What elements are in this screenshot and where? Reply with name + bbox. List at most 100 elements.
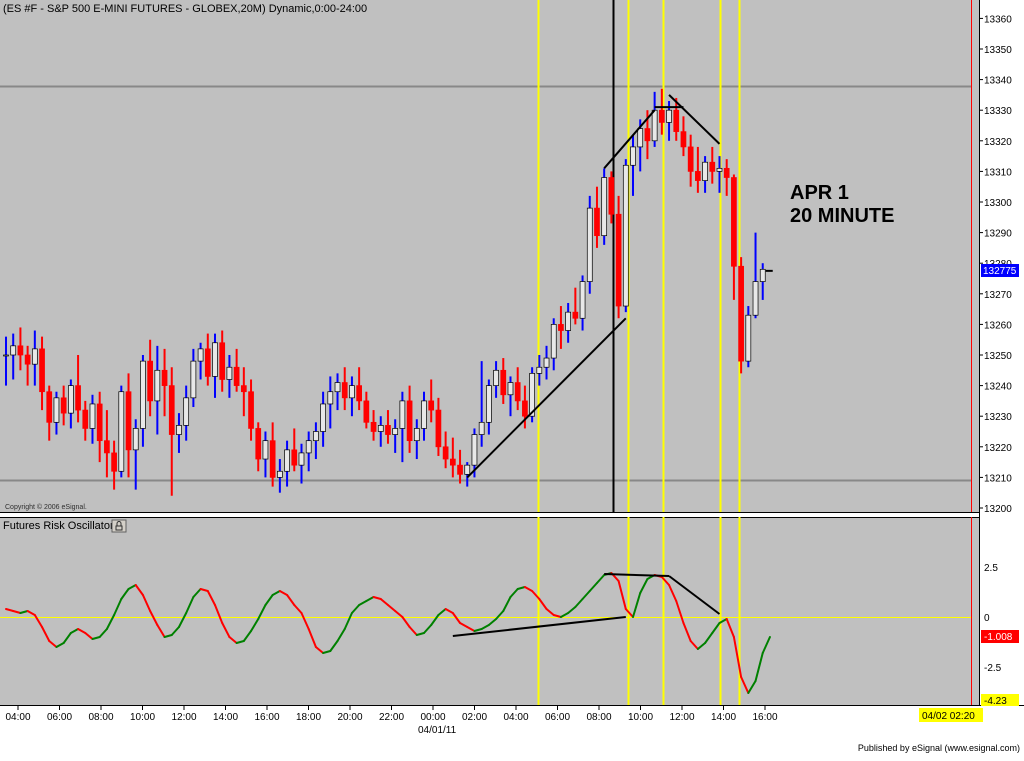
price-tick-label: 13290 xyxy=(984,229,1012,240)
candle-body xyxy=(277,470,283,478)
price-panel-background[interactable] xyxy=(0,0,979,512)
candle-body xyxy=(111,452,117,472)
candle-body xyxy=(658,109,665,123)
candle-body xyxy=(132,428,139,451)
candle-body xyxy=(435,409,442,448)
price-tick-label: 13200 xyxy=(984,504,1012,515)
candle-body xyxy=(558,324,564,331)
price-tick-label: 13310 xyxy=(984,167,1012,178)
oscillator-title: Futures Risk Oscillator xyxy=(3,520,114,532)
candle-body xyxy=(46,391,53,423)
price-tick-label: 13330 xyxy=(984,106,1012,117)
annotation-date: APR 1 xyxy=(790,182,849,204)
candle-body xyxy=(89,403,96,429)
candle-body xyxy=(147,360,153,402)
candle-body xyxy=(586,207,593,282)
candle-body xyxy=(421,400,427,429)
candle-body xyxy=(385,425,391,435)
candle-body xyxy=(31,348,38,365)
candle-body xyxy=(212,342,218,377)
candle-body xyxy=(709,161,716,172)
annotation-interval: 20 MINUTE xyxy=(790,205,894,227)
candle-body xyxy=(514,382,521,402)
candle-body xyxy=(695,171,701,181)
price-tick-label: 13350 xyxy=(984,45,1012,56)
price-tick-label: 13270 xyxy=(984,290,1012,301)
chart-canvas: 13360 13350 13340 13330 13320 13310 13300 13290… xyxy=(0,0,1024,756)
copyright-text: Copyright © 2006 eSignal. xyxy=(5,503,87,511)
candle-body xyxy=(745,314,752,362)
candle-body xyxy=(17,345,24,356)
candle-body xyxy=(204,348,211,377)
candle-body xyxy=(723,167,730,178)
candle-body xyxy=(428,400,435,411)
candle-body xyxy=(255,428,262,460)
candle-body xyxy=(550,324,557,359)
price-tick-label: 13320 xyxy=(984,137,1012,148)
price-tick-label: 13220 xyxy=(984,443,1012,454)
candle-body xyxy=(370,421,377,432)
candle-body xyxy=(82,409,89,429)
candle-body xyxy=(349,385,355,399)
oscillator-tick-label: -2.5 xyxy=(984,663,1002,674)
candle-body xyxy=(457,464,463,475)
time-tick-label: 16:00 xyxy=(254,712,279,723)
candle-body xyxy=(248,391,254,429)
candle-body xyxy=(140,360,146,429)
candle-body xyxy=(637,128,644,148)
candle-body xyxy=(752,281,759,316)
candle-body xyxy=(341,382,348,399)
candle-body xyxy=(687,146,694,172)
candle-body xyxy=(449,458,456,466)
candle-body xyxy=(486,385,492,423)
candle-body xyxy=(666,109,672,123)
candle-body xyxy=(507,382,514,396)
candle-body xyxy=(190,360,197,399)
time-tick-label: 02:00 xyxy=(462,712,487,723)
candle-body xyxy=(104,440,110,454)
candle-body xyxy=(594,207,600,237)
candle-body xyxy=(298,452,305,466)
candle-body xyxy=(356,385,362,402)
candle-body xyxy=(572,311,579,319)
time-tick-label: 16:00 xyxy=(752,712,777,723)
price-tick-label: 13240 xyxy=(984,382,1012,393)
candle-body xyxy=(731,177,737,267)
price-tick-label: 13340 xyxy=(984,76,1012,87)
candle-body xyxy=(10,345,17,356)
candle-body xyxy=(413,428,420,442)
time-tick-label: 12:00 xyxy=(171,712,196,723)
candle-body xyxy=(226,366,233,380)
candle-body xyxy=(118,391,125,472)
candle-body xyxy=(291,449,298,466)
candle-body xyxy=(197,348,204,362)
oscillator-min-value: -4.23 xyxy=(984,696,1007,707)
candle-body xyxy=(478,421,485,435)
candle-body xyxy=(522,400,528,417)
candle-body xyxy=(68,385,74,414)
time-tick-label: 00:00 xyxy=(420,712,445,723)
candle-body xyxy=(630,146,636,166)
candle-body xyxy=(406,400,413,442)
esignal-chart-window: 13360 13350 13340 13330 13320 13310 13300 13290… xyxy=(0,0,1024,756)
candle-body xyxy=(219,342,226,380)
candle-body xyxy=(125,391,132,451)
candle-body xyxy=(464,464,471,475)
candle-body xyxy=(673,109,680,132)
oscillator-panel-background[interactable] xyxy=(0,517,979,705)
candle-body xyxy=(313,431,319,442)
candle-body xyxy=(738,265,744,362)
price-tick-label: 13260 xyxy=(984,320,1012,331)
candle-body xyxy=(716,167,723,172)
time-tick-label: 04:00 xyxy=(5,712,30,723)
candle-body xyxy=(759,268,766,282)
time-tick-label: 10:00 xyxy=(130,712,155,723)
candle-body xyxy=(680,131,687,148)
lock-icon[interactable] xyxy=(111,519,127,533)
candle-body xyxy=(702,161,708,181)
candle-body xyxy=(392,428,399,435)
oscillator-last-value: -1.008 xyxy=(984,632,1013,643)
time-tick-label: 10:00 xyxy=(628,712,653,723)
candle-body xyxy=(608,177,615,215)
candle-body xyxy=(442,446,449,460)
